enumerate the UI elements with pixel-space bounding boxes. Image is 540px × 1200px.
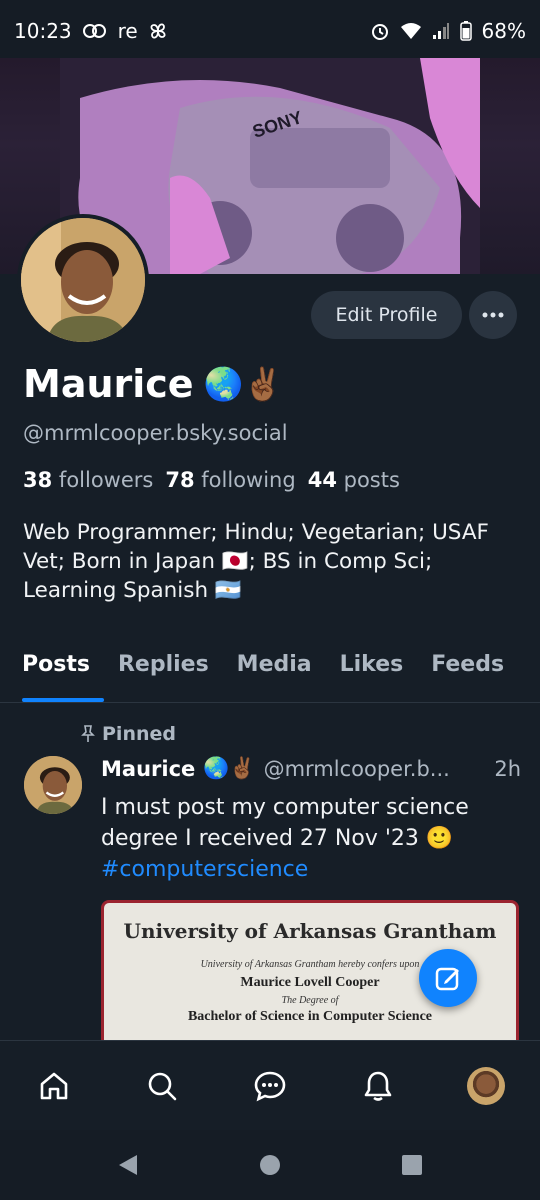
nav-notifications[interactable] xyxy=(348,1056,408,1116)
compose-button[interactable] xyxy=(419,949,477,1007)
followers-link[interactable]: 38 followers xyxy=(23,468,153,492)
tab-media[interactable]: Media xyxy=(223,640,326,702)
post-text: I must post my computer science degree I… xyxy=(101,795,469,851)
pinned-indicator: Pinned xyxy=(80,723,176,745)
link-icon xyxy=(82,23,108,39)
carrier-label: re xyxy=(117,19,138,43)
back-icon[interactable] xyxy=(117,1153,139,1177)
nav-search[interactable] xyxy=(132,1056,192,1116)
system-navigation xyxy=(0,1130,540,1200)
post-time: 2h xyxy=(494,756,521,781)
home-icon xyxy=(40,1072,68,1100)
wifi-icon xyxy=(400,22,422,40)
post-author-avatar[interactable] xyxy=(24,756,82,814)
post-body[interactable]: I must post my computer science degree I… xyxy=(101,792,516,885)
tab-feeds[interactable]: Feeds xyxy=(417,640,518,702)
post-author-handle[interactable]: @mrmlcooper.b... xyxy=(264,757,450,781)
signal-icon xyxy=(432,22,450,40)
bottom-navigation xyxy=(0,1040,540,1131)
tab-posts[interactable]: Posts xyxy=(0,640,104,702)
more-options-button[interactable] xyxy=(469,291,517,339)
posts-count: 44 xyxy=(307,468,337,492)
post-hashtag[interactable]: #computerscience xyxy=(101,857,308,882)
following-label: following xyxy=(201,468,296,492)
alarm-icon xyxy=(370,21,390,41)
chat-icon xyxy=(254,1071,286,1102)
post-header: Maurice 🌏✌🏾 @mrmlcooper.b... 2h xyxy=(101,756,521,781)
pinned-label: Pinned xyxy=(102,723,176,745)
recents-icon[interactable] xyxy=(401,1154,423,1176)
posts-label: posts xyxy=(343,468,400,492)
tab-replies[interactable]: Replies xyxy=(104,640,223,702)
tab-likes[interactable]: Likes xyxy=(326,640,418,702)
battery-level: 68% xyxy=(481,19,526,43)
profile-bio: Web Programmer; Hindu; Vegetarian; USAF … xyxy=(23,520,489,603)
clock: 10:23 xyxy=(14,19,72,43)
following-count: 78 xyxy=(165,468,195,492)
profile-stats: 38 followers 78 following 44 posts xyxy=(23,468,400,492)
ellipsis-icon xyxy=(482,312,504,318)
profile-tabs: Posts Replies Media Likes Feeds xyxy=(0,640,540,702)
search-icon xyxy=(148,1072,177,1101)
followers-label: followers xyxy=(58,468,154,492)
compose-icon xyxy=(435,967,459,991)
profile-avatar-small xyxy=(467,1067,505,1105)
nav-profile[interactable] xyxy=(456,1056,516,1116)
name-emoji: 🌏✌🏾 xyxy=(203,365,284,403)
following-link[interactable]: 78 following xyxy=(165,468,295,492)
pin-icon xyxy=(81,725,95,742)
diploma-university: University of Arkansas Grantham xyxy=(123,919,497,943)
pinwheel-icon xyxy=(148,21,168,41)
status-bar: 10:23 re 68% xyxy=(0,0,540,62)
battery-icon xyxy=(459,21,472,41)
post-author-name[interactable]: Maurice xyxy=(101,757,195,781)
post-author-emoji: 🌏✌🏾 xyxy=(203,756,256,780)
profile-handle: @mrmlcooper.bsky.social xyxy=(23,421,288,445)
tabs-divider xyxy=(0,702,540,703)
nav-home[interactable] xyxy=(24,1056,84,1116)
profile-avatar[interactable] xyxy=(17,214,149,346)
followers-count: 38 xyxy=(23,468,53,492)
edit-profile-button[interactable]: Edit Profile xyxy=(311,291,462,339)
posts-stat: 44 posts xyxy=(308,468,400,492)
diploma-degree: Bachelor of Science in Computer Science xyxy=(187,1009,433,1024)
display-name: Maurice xyxy=(23,362,194,406)
display-name-row: Maurice 🌏✌🏾 xyxy=(23,362,283,406)
bell-icon xyxy=(364,1071,392,1101)
home-circle-icon[interactable] xyxy=(259,1154,281,1176)
nav-chat[interactable] xyxy=(240,1056,300,1116)
